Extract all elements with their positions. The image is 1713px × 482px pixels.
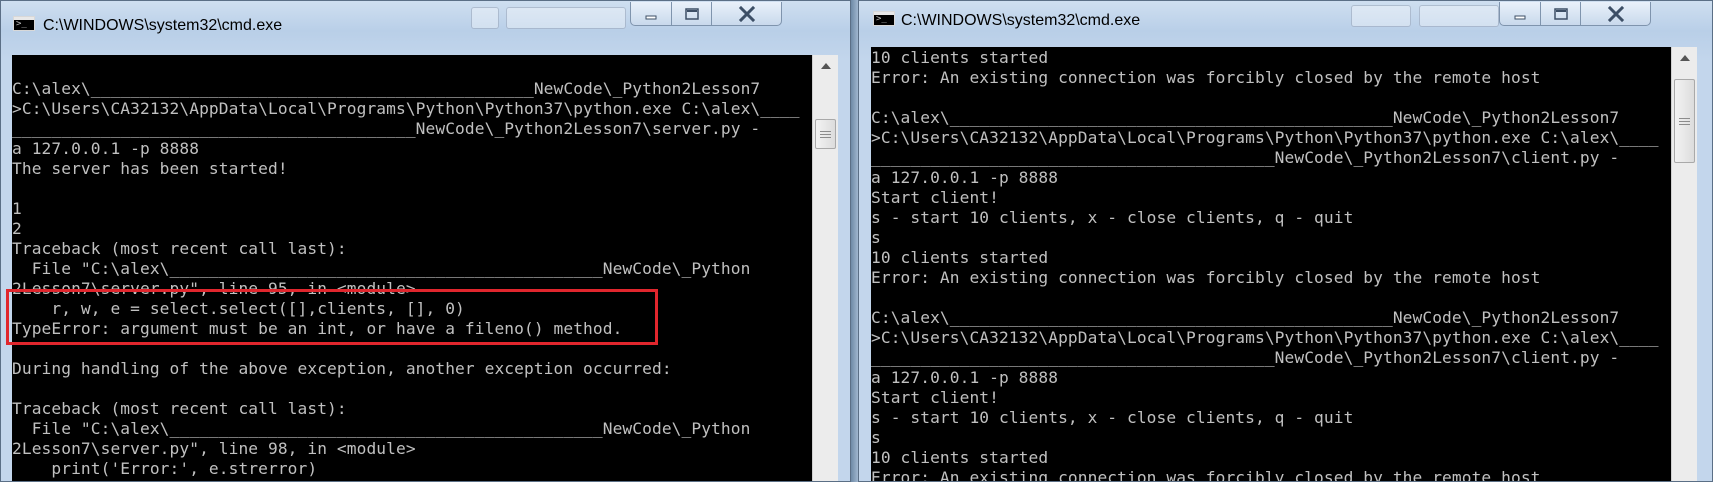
title-bar[interactable]: C:\WINDOWS\system32\cmd.exe <box>859 1 1712 45</box>
console-text: 10 clients started Error: An existing con… <box>871 48 1671 482</box>
title-bar[interactable]: C:\WINDOWS\system32\cmd.exe <box>1 1 850 45</box>
maximize-icon <box>684 7 699 20</box>
close-button[interactable] <box>1581 2 1651 26</box>
close-icon <box>738 5 755 22</box>
arrow-up-icon <box>820 62 831 69</box>
console-line: During handling of the above exception, … <box>12 359 672 378</box>
window-title: C:\WINDOWS\system32\cmd.exe <box>43 17 283 34</box>
minimize-button[interactable] <box>630 2 672 26</box>
console-line: Traceback (most recent call last): <box>12 239 347 258</box>
console-line: File "C:\alex\__________________________… <box>12 259 751 278</box>
console-line: Error: An existing connection was forcib… <box>871 68 1541 87</box>
arrow-up-icon <box>1679 54 1690 61</box>
console-line: Traceback (most recent call last): <box>12 399 347 418</box>
background-window-fragment <box>506 7 626 29</box>
console-line: >C:\Users\CA32132\AppData\Local\Programs… <box>871 128 1659 147</box>
console-line: C:\alex\________________________________… <box>12 79 761 98</box>
console-line: s - start 10 clients, x - close clients,… <box>871 408 1354 427</box>
scroll-up-button[interactable] <box>813 57 838 74</box>
cmd-console-icon[interactable] <box>873 11 895 26</box>
console-line: 1 <box>12 199 22 218</box>
minimize-icon <box>645 15 657 19</box>
maximize-icon <box>1553 7 1568 20</box>
console-line: >C:\Users\CA32132\AppData\Local\Programs… <box>12 99 800 118</box>
console-line: 10 clients started <box>871 48 1049 67</box>
console-line: a 127.0.0.1 -p 8888 <box>871 168 1059 187</box>
console-line: 2Lesson7\server.py", line 98, in <module… <box>12 439 416 458</box>
minimize-button[interactable] <box>1499 2 1541 26</box>
close-button[interactable] <box>712 2 782 26</box>
background-window-fragment <box>1351 5 1411 27</box>
console-line: The server has been started! <box>12 159 288 178</box>
console-line: 2Lesson7\server.py", line 95, in <module… <box>12 279 416 298</box>
scroll-up-button[interactable] <box>1672 49 1697 66</box>
scroll-thumb[interactable] <box>1674 79 1695 163</box>
console-line: C:\alex\________________________________… <box>871 308 1620 327</box>
console-text: C:\alex\________________________________… <box>12 59 812 481</box>
maximize-button[interactable] <box>1541 2 1581 26</box>
console-line: s <box>871 428 881 447</box>
console-line: r, w, e = select.select([],clients, [], … <box>12 299 465 318</box>
close-icon <box>1607 5 1624 22</box>
console-line: print('Error:', e.strerror) <box>12 459 318 478</box>
cmd-window-client[interactable]: C:\WINDOWS\system32\cmd.exe 10 clients s… <box>858 0 1713 482</box>
console-output[interactable]: C:\alex\________________________________… <box>12 55 812 481</box>
console-line: 2 <box>12 219 22 238</box>
console-line: C:\alex\________________________________… <box>871 108 1620 127</box>
console-line: s <box>871 228 881 247</box>
vertical-scrollbar[interactable] <box>1671 47 1697 481</box>
minimize-icon <box>1514 15 1526 19</box>
console-line: ________________________________________… <box>871 148 1620 167</box>
console-line: Start client! <box>871 388 999 407</box>
console-line: 10 clients started <box>871 248 1049 267</box>
console-line: 10 clients started <box>871 448 1049 467</box>
background-window-fragment <box>1419 5 1499 27</box>
console-line: TypeError: argument must be an int, or h… <box>12 319 623 338</box>
console-line: ________________________________________… <box>12 119 761 138</box>
scroll-thumb[interactable] <box>815 119 836 149</box>
desktop-gap <box>851 0 858 482</box>
console-line: a 127.0.0.1 -p 8888 <box>12 139 200 158</box>
window-title: C:\WINDOWS\system32\cmd.exe <box>901 12 1141 29</box>
console-line: >C:\Users\CA32132\AppData\Local\Programs… <box>871 328 1659 347</box>
console-line: s - start 10 clients, x - close clients,… <box>871 208 1354 227</box>
vertical-scrollbar[interactable] <box>812 55 838 481</box>
console-line: File "C:\alex\__________________________… <box>12 419 751 438</box>
cmd-console-icon[interactable] <box>13 16 35 31</box>
background-window-fragment <box>471 7 499 29</box>
console-line: Error: An existing connection was forcib… <box>871 468 1541 482</box>
console-line: a 127.0.0.1 -p 8888 <box>871 368 1059 387</box>
console-output[interactable]: 10 clients started Error: An existing con… <box>871 47 1671 482</box>
console-line: Error: An existing connection was forcib… <box>871 268 1541 287</box>
cmd-window-server[interactable]: C:\WINDOWS\system32\cmd.exe C:\alex\____… <box>0 0 851 482</box>
console-line: ________________________________________… <box>871 348 1620 367</box>
console-line: Start client! <box>871 188 999 207</box>
maximize-button[interactable] <box>672 2 712 26</box>
